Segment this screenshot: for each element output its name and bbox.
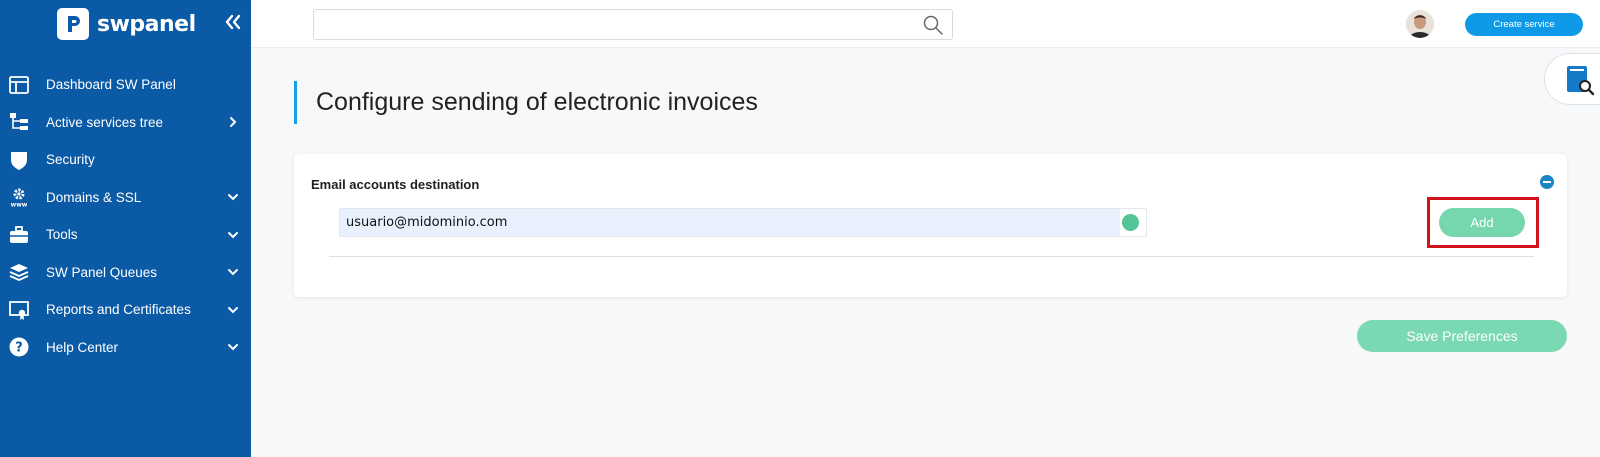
add-button[interactable]: Add xyxy=(1439,208,1525,237)
sidebar-item-label: Reports and Certificates xyxy=(46,302,191,318)
sidebar: swpanel Dashboard SW Panel Active servic… xyxy=(0,0,251,457)
sidebar-item-help-center[interactable]: ? Help Center xyxy=(0,329,251,367)
valid-status-icon xyxy=(1122,214,1139,231)
create-service-button[interactable]: Create service xyxy=(1465,13,1583,36)
sidebar-item-label: SW Panel Queues xyxy=(46,264,158,280)
email-accounts-card: Email accounts destination Add xyxy=(294,154,1567,297)
page-heading: Configure sending of electronic invoices xyxy=(294,81,758,124)
svg-text:?: ? xyxy=(15,341,23,356)
chevron-down-icon xyxy=(227,341,239,353)
swpanel-logo-icon xyxy=(57,8,89,40)
avatar[interactable] xyxy=(1406,10,1434,38)
services-tree-icon xyxy=(7,110,31,134)
sidebar-nav: Dashboard SW Panel Active services tree … xyxy=(0,66,251,366)
sidebar-item-domains-ssl[interactable]: www Domains & SSL xyxy=(0,179,251,217)
page-title: Configure sending of electronic invoices xyxy=(316,88,758,116)
sidebar-item-label: Domains & SSL xyxy=(46,189,142,205)
top-bar: Create service xyxy=(251,0,1600,48)
brand[interactable]: swpanel xyxy=(57,7,196,41)
help-icon: ? xyxy=(7,335,31,359)
sidebar-item-security[interactable]: Security xyxy=(0,141,251,179)
collapse-section-icon[interactable] xyxy=(1540,175,1554,189)
search-input[interactable] xyxy=(314,10,894,39)
chevron-down-icon xyxy=(227,191,239,203)
save-preferences-button[interactable]: Save Preferences xyxy=(1357,320,1567,352)
dashboard-icon xyxy=(7,73,31,97)
search-box xyxy=(313,9,953,40)
certificate-icon xyxy=(7,298,31,322)
chevron-down-icon xyxy=(227,266,239,278)
sidebar-item-dashboard[interactable]: Dashboard SW Panel xyxy=(0,66,251,104)
collapse-sidebar-icon[interactable] xyxy=(221,10,245,34)
sidebar-item-label: Help Center xyxy=(46,339,119,355)
book-search-icon xyxy=(1567,66,1595,96)
chevron-right-icon xyxy=(227,116,239,128)
toolbox-icon xyxy=(7,223,31,247)
sidebar-item-reports-certificates[interactable]: Reports and Certificates xyxy=(0,291,251,329)
shield-icon xyxy=(7,148,31,172)
layers-icon xyxy=(7,260,31,284)
email-input[interactable] xyxy=(340,209,1120,236)
chevron-down-icon xyxy=(227,304,239,316)
www-gear-icon: www xyxy=(7,185,31,209)
sidebar-item-label: Dashboard SW Panel xyxy=(46,77,176,93)
email-field xyxy=(339,208,1147,237)
svg-text:www: www xyxy=(11,202,28,209)
brand-name: swpanel xyxy=(97,11,196,37)
divider xyxy=(329,256,1534,257)
sidebar-item-active-services-tree[interactable]: Active services tree xyxy=(0,104,251,142)
sidebar-item-sw-panel-queues[interactable]: SW Panel Queues xyxy=(0,254,251,292)
sidebar-item-tools[interactable]: Tools xyxy=(0,216,251,254)
chevron-down-icon xyxy=(227,229,239,241)
sidebar-item-label: Tools xyxy=(46,227,78,243)
search-icon[interactable] xyxy=(922,14,944,36)
documentation-search-tab[interactable] xyxy=(1544,53,1600,105)
sidebar-item-label: Active services tree xyxy=(46,114,164,130)
card-title: Email accounts destination xyxy=(311,177,480,192)
sidebar-item-label: Security xyxy=(46,152,95,168)
